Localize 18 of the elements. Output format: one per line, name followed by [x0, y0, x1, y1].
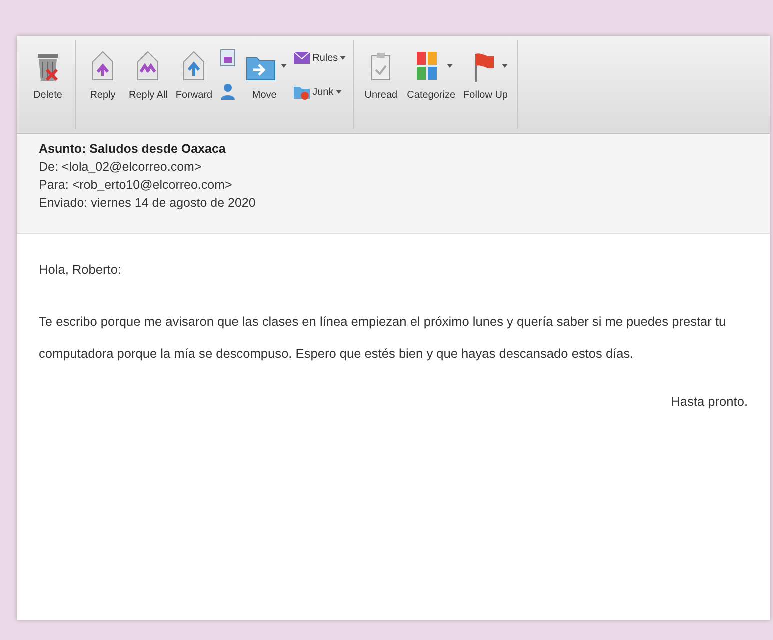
greeting-text: Hola, Roberto:	[39, 261, 123, 279]
person-icon	[218, 83, 237, 101]
toolbar-button[interactable]: Rules	[292, 48, 348, 68]
toolbar-button[interactable]: Delete	[27, 46, 69, 103]
toolbar-button[interactable]: Reply	[82, 46, 124, 103]
subject-line: Asunto: Saludos desde Oaxaca	[39, 142, 227, 156]
sender-line: De: <lola_02@elcorreo.com>	[39, 160, 203, 174]
closing-text: Hasta pronto.	[670, 393, 748, 411]
toolbar-button[interactable]: Move	[240, 46, 290, 103]
sent-date: Enviado: viernes 14 de agosto de 2020	[39, 196, 257, 210]
toolbar-button[interactable]: Follow Up	[460, 46, 511, 103]
toolbar-button[interactable]: Reply All	[126, 46, 171, 103]
toolbar-button[interactable]: Junk	[292, 82, 348, 102]
toolbar-button[interactable]: Unread	[360, 46, 402, 103]
toolbar-button[interactable]: Categorize	[404, 46, 459, 103]
toolbar-button[interactable]: Forward	[172, 46, 216, 103]
recipient-line: Para: <rob_erto10@elcorreo.com>	[39, 178, 234, 192]
message-paragraph: Te escribo porque me avisaron que las clases en línea empiezan el próximo lunes y quería saber si me puedes prestar tu computadora porque la mía se descompuso. Espero que estés bien y que hayas descansado estos días.	[39, 313, 728, 363]
